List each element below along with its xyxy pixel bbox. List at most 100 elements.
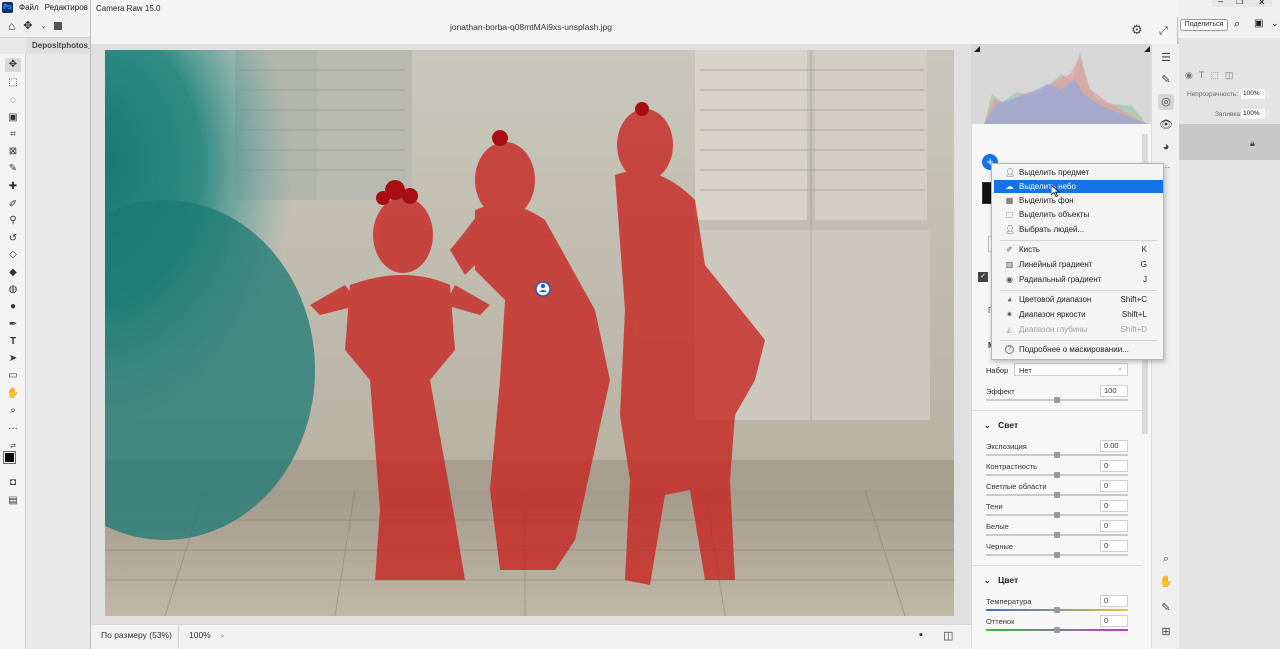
color-section-header[interactable]: ⌄ Цвет [984, 575, 1018, 585]
light-section-header[interactable]: ⌄ Свет [984, 420, 1018, 430]
slider-thumb[interactable] [1054, 492, 1060, 498]
slider-value[interactable]: 0 [1100, 615, 1128, 627]
share-button[interactable]: Поделиться [1180, 19, 1228, 31]
workspace-icon[interactable]: ▣ [1254, 18, 1263, 29]
menu-item-select-people[interactable]: 👤︎ Выбрать людей... [994, 223, 1163, 236]
effect-thumb[interactable] [1054, 397, 1060, 403]
layer-row[interactable]: 🔒︎ [1178, 124, 1280, 160]
presets-icon[interactable]: ◕ [1158, 139, 1174, 155]
slider-thumb[interactable] [1054, 472, 1060, 478]
minimize-icon[interactable]: – [1218, 0, 1223, 6]
menu-item-select-objects[interactable]: ⬚ Выделить объекты [994, 208, 1163, 221]
zoom-icon[interactable]: ⌕ [1158, 551, 1174, 567]
slider-value[interactable]: 0 [1100, 540, 1128, 552]
crop-tool-icon[interactable]: ⌗ [5, 128, 21, 142]
effect-value[interactable]: 100 [1100, 385, 1128, 397]
brush-tool-icon[interactable]: ✐ [5, 198, 21, 212]
move-tool-icon[interactable]: ✥ [5, 58, 21, 72]
frame-tool-icon[interactable]: ⊠ [5, 145, 21, 159]
slider-value[interactable]: 0 [1100, 460, 1128, 472]
screen-mode-icon[interactable]: ▤ [5, 494, 21, 508]
slider-thumb[interactable] [1054, 607, 1060, 613]
maximize-icon[interactable]: ❐ [1236, 0, 1243, 6]
menu-item-select-sky[interactable]: ☁ Выделить небо [994, 180, 1163, 193]
temperature-slider[interactable]: Температура 0 [986, 595, 1128, 613]
home-icon[interactable]: ⌂ [8, 19, 15, 33]
zoom-tool-icon[interactable]: ⌕ [5, 404, 21, 418]
chevron-down-icon[interactable]: ⌄ [1271, 18, 1279, 29]
clone-stamp-tool-icon[interactable]: ⚲ [5, 214, 21, 228]
menu-item-learn-masking[interactable]: ? Подробнее о маскировании... [994, 343, 1163, 356]
menu-item-select-background[interactable]: ▦ Выделить фон [994, 194, 1163, 207]
object-select-tool-icon[interactable]: ▣ [5, 111, 21, 125]
overlay-checkbox[interactable]: ✓ [978, 272, 988, 282]
menu-item-luminance-range[interactable]: ✷ Диапазон яркости Shift+L [994, 308, 1163, 321]
menu-edit[interactable]: Редактиров [45, 3, 88, 12]
slider-value[interactable]: 0 [1100, 480, 1128, 492]
whites-slider[interactable]: Белые 0 [986, 520, 1128, 538]
type-tool-icon[interactable]: T [5, 335, 21, 349]
path-select-tool-icon[interactable]: ➤ [5, 352, 21, 366]
blur-tool-icon[interactable]: ◍ [5, 283, 21, 297]
menu-item-radial-gradient[interactable]: ◉ Радиальный градиент J [994, 273, 1163, 286]
history-brush-tool-icon[interactable]: ↺ [5, 232, 21, 246]
slider-value[interactable]: 0 [1100, 595, 1128, 607]
slider-thumb[interactable] [1054, 552, 1060, 558]
lasso-tool-icon[interactable]: ◌ [5, 94, 21, 108]
healing-brush-tool-icon[interactable]: ✚ [5, 180, 21, 194]
menu-item-linear-gradient[interactable]: ▥ Линейный градиент G [994, 258, 1163, 271]
filmstrip-icon[interactable]: ▪ [919, 629, 923, 641]
tint-slider[interactable]: Оттенок 0 [986, 615, 1128, 633]
red-eye-icon[interactable]: 👁︎ [1158, 117, 1174, 133]
masking-icon[interactable]: ◎ [1158, 94, 1174, 110]
chevron-down-icon[interactable]: ⌄ [219, 630, 226, 639]
foreground-color-swatch[interactable] [3, 451, 16, 464]
document-tab[interactable]: Depositphotos_ [26, 38, 90, 54]
shadows-slider[interactable]: Тени 0 [986, 500, 1128, 518]
settings-gear-icon[interactable]: ⚙ [1131, 22, 1143, 38]
eyedropper-tool-icon[interactable]: ✎ [5, 162, 21, 176]
opacity-value[interactable]: 100% [1241, 89, 1265, 99]
hand-icon[interactable]: ✋ [1158, 574, 1174, 590]
contrast-slider[interactable]: Контрастность 0 [986, 460, 1128, 478]
hand-tool-icon[interactable]: ✋ [5, 387, 21, 401]
menu-item-brush[interactable]: ✐ Кисть K [994, 243, 1163, 256]
eyedropper-icon[interactable]: ✎ [1158, 600, 1174, 616]
slider-thumb[interactable] [1054, 452, 1060, 458]
blacks-slider[interactable]: Черные 0 [986, 540, 1128, 558]
quick-mask-icon[interactable]: ◘ [5, 476, 21, 490]
fullscreen-icon[interactable]: ⤢ [1159, 25, 1168, 38]
image-canvas[interactable] [91, 44, 971, 624]
mask-pin-icon[interactable] [535, 281, 551, 297]
slider-value[interactable]: 0 [1100, 520, 1128, 532]
highlights-slider[interactable]: Светлые области 0 [986, 480, 1128, 498]
menu-item-color-range[interactable]: ◕ Цветовой диапазон Shift+C [994, 293, 1163, 306]
slider-value[interactable]: 0.00 [1100, 440, 1128, 452]
effect-slider[interactable]: Эффект 100 [986, 385, 1128, 403]
pen-tool-icon[interactable]: ✒ [5, 318, 21, 332]
slider-thumb[interactable] [1054, 627, 1060, 633]
before-after-icon[interactable]: ◫ [943, 629, 953, 642]
rectangle-tool-icon[interactable]: ▭ [5, 369, 21, 383]
eraser-tool-icon[interactable]: ◇ [5, 248, 21, 262]
move-tool-icon[interactable]: ✥ [23, 19, 32, 32]
healing-icon[interactable]: ✎ [1158, 72, 1174, 88]
exposure-slider[interactable]: Экспозиция 0.00 [986, 440, 1128, 458]
zoom-fit-dropdown[interactable]: По размеру (53%) [91, 625, 179, 649]
menu-file[interactable]: Файл [19, 3, 39, 12]
edit-sliders-icon[interactable]: ☰ [1158, 50, 1174, 66]
menu-item-select-subject[interactable]: 👤︎ Выделить предмет [994, 166, 1163, 179]
dodge-tool-icon[interactable]: ● [5, 300, 21, 314]
photo-preview[interactable] [105, 50, 954, 616]
auto-select-checkbox[interactable] [54, 21, 63, 30]
preset-dropdown[interactable]: Нет ⌄ [1014, 363, 1128, 376]
more-tools-icon[interactable]: ··· [5, 422, 21, 436]
chevron-down-icon[interactable]: ⌄ [40, 22, 46, 30]
grid-icon[interactable]: ⊞ [1158, 624, 1174, 640]
close-icon[interactable]: ✕ [1258, 0, 1266, 8]
slider-thumb[interactable] [1054, 532, 1060, 538]
search-icon[interactable]: ⌕ [1234, 18, 1240, 31]
fill-value[interactable]: 100% [1241, 109, 1265, 119]
slider-value[interactable]: 0 [1100, 500, 1128, 512]
layer-lock-icons[interactable]: ◉T⬚◫ [1185, 70, 1239, 81]
